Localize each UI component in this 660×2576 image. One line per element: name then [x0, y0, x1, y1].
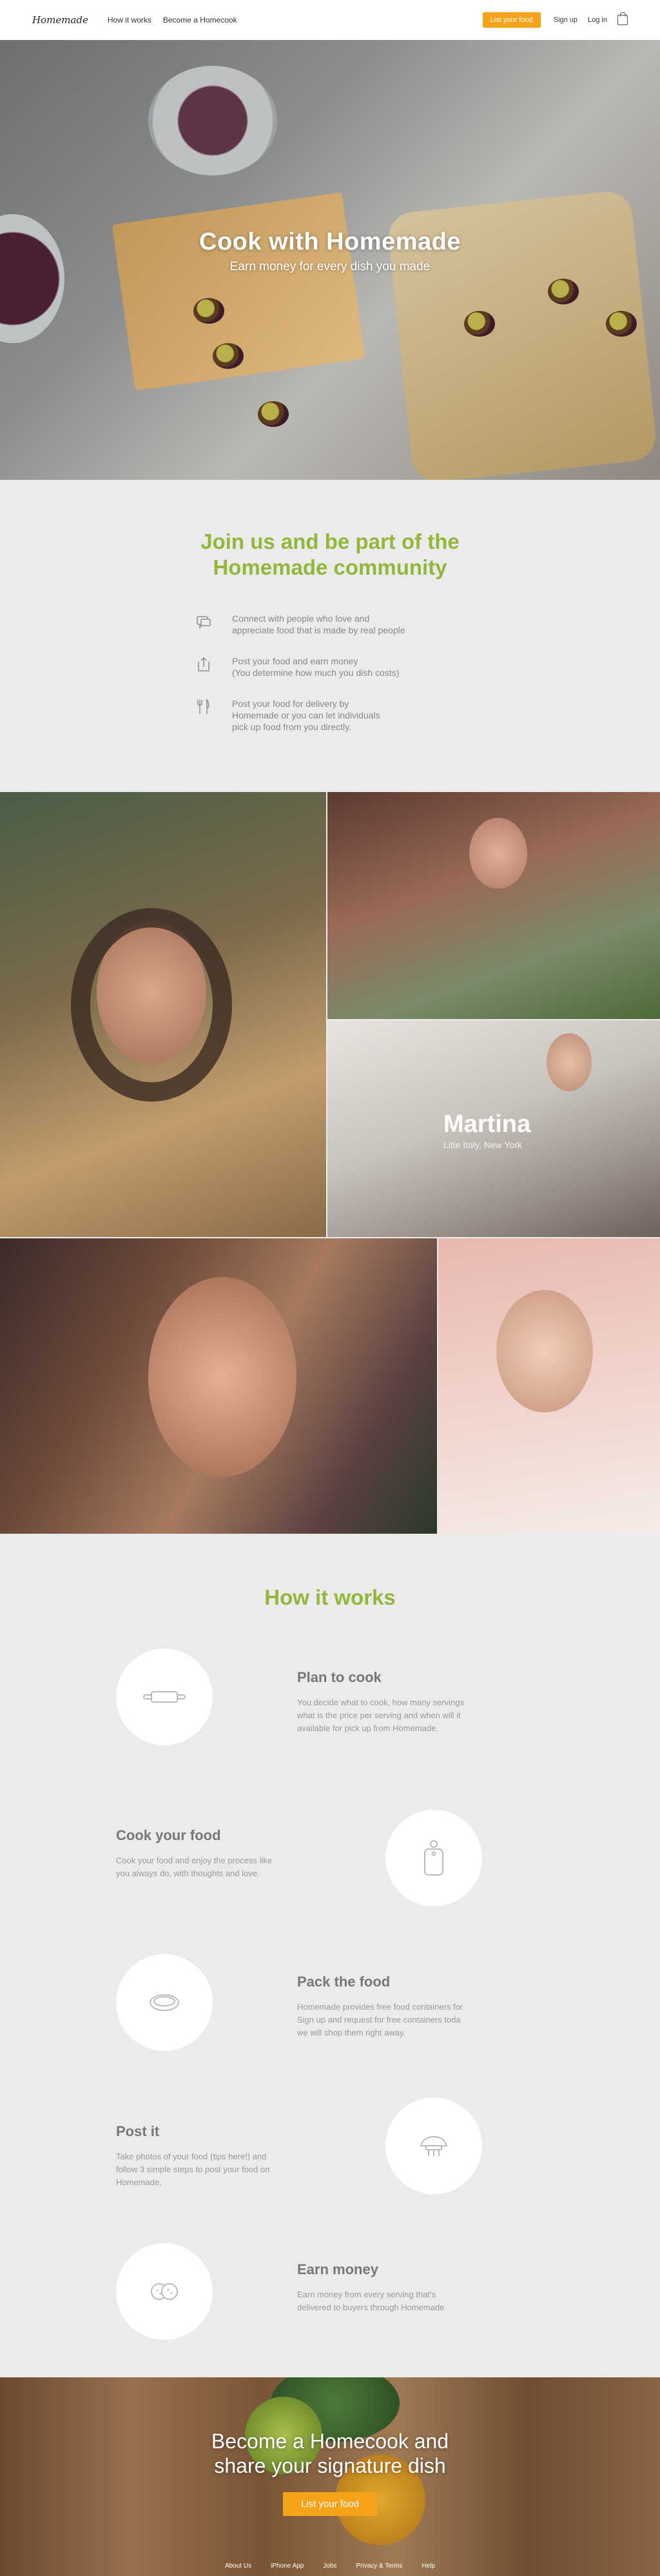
coins-icon [116, 2243, 213, 2340]
hero-title: Cook with Homemade [199, 228, 461, 255]
feature-list: Connect with people who love and appreci… [195, 613, 465, 733]
sign-up-link[interactable]: Sign up [554, 16, 578, 24]
step-line: You decide what to cook, how many servin… [297, 1698, 464, 1707]
step-text: You decide what to cook, how many servin… [297, 1696, 484, 1735]
cta-text: Become a Homecook and share your signatu… [0, 2377, 660, 2516]
plum-image [548, 279, 579, 304]
join-title-line2: Homemade community [213, 555, 447, 579]
chat-icon [197, 616, 211, 629]
feature-line: (You determine how much you dish costs) [232, 668, 400, 678]
join-title: Join us and be part of the Homemade comm… [0, 529, 660, 580]
step-line: Sign up and request for free containers … [297, 2015, 461, 2025]
cook-photo-kitchen[interactable] [0, 792, 326, 1237]
featured-cook-name: Martina [443, 1111, 531, 1138]
join-section: Join us and be part of the Homemade comm… [0, 480, 660, 792]
step-title: Post it [116, 2123, 160, 2139]
feature-connect: Connect with people who love and appreci… [195, 613, 465, 636]
feature-text: Connect with people who love and appreci… [232, 613, 405, 636]
footer-links: About Us iPhone App Jobs Privacy & Terms… [0, 2562, 660, 2570]
container-icon [116, 1954, 213, 2051]
step-title: Cook your food [116, 1827, 221, 1843]
cook-photo-portrait-man[interactable] [0, 1238, 437, 1534]
cook-photo-grid: Martina Litte Italy, New York [0, 792, 660, 1534]
plum-bowl-image [148, 66, 277, 175]
step-text: Earn money from every serving that's del… [297, 2288, 484, 2314]
feature-line: appreciate food that is made by real peo… [232, 625, 405, 635]
how-it-works-section: How it works Plan to cook You decide wha… [0, 1534, 660, 2377]
cook-face [496, 1290, 593, 1412]
logo[interactable]: Homemade [32, 14, 88, 26]
featured-cook-caption: Martina Litte Italy, New York [443, 1111, 530, 1150]
feature-delivery: Post your food for delivery by Homemade … [195, 698, 465, 733]
plum-image [606, 311, 637, 337]
feature-text: Post your food and earn money (You deter… [232, 655, 399, 679]
cook-photo-balcony[interactable] [327, 792, 660, 1019]
footer-about-link[interactable]: About Us [225, 2562, 251, 2570]
plum-image [258, 401, 289, 427]
feature-line: Post your food for delivery by [232, 698, 349, 709]
step-line: Homemade. [116, 2177, 162, 2187]
cook-hair [71, 908, 232, 1102]
step-line: Cook your food and enjoy the process lik… [116, 1856, 273, 1865]
cook-face [469, 818, 527, 889]
step-line: Homemade provides free food containers f… [297, 2002, 463, 2012]
cook-photo-martina[interactable]: Martina Litte Italy, New York [327, 1020, 660, 1237]
step-line: Take photos of your food (tips here!) an… [116, 2152, 267, 2161]
cook-photo-portrait-woman[interactable] [438, 1238, 660, 1534]
upload-icon [198, 657, 209, 671]
footer-jobs-link[interactable]: Jobs [323, 2562, 336, 2570]
page: { "header": { "logo": "Homemade", "nav":… [0, 0, 660, 2576]
camera-icon [385, 2097, 482, 2194]
step-line: Earn money from every serving that's [297, 2290, 436, 2299]
bag-icon[interactable] [617, 12, 628, 25]
step-text: Take photos of your food (tips here!) an… [116, 2150, 303, 2189]
step-line: follow 3 simple steps to post your food … [116, 2165, 270, 2174]
rolling-pin-icon [116, 1649, 213, 1745]
step-line: delivered to buyers through Homemade [297, 2303, 445, 2312]
step-title: Pack the food [297, 1974, 391, 1990]
nav-become-homecook[interactable]: Become a Homecook [163, 15, 237, 25]
cta-title-line1: Become a Homecook and [211, 2430, 449, 2453]
join-title-line1: Join us and be part of the [200, 530, 460, 553]
nav-how-it-works[interactable]: How it works [108, 15, 151, 25]
feature-line: Homemade or you can let individuals [232, 710, 380, 720]
step-line: we will shop them right away. [297, 2028, 406, 2037]
top-nav: Homemade How it works Become a Homecook … [0, 0, 660, 40]
step-title: Earn money [297, 2261, 378, 2277]
feature-line: Post your food and earn money [232, 656, 358, 666]
cta-title-line2: share your signature dish [214, 2454, 446, 2477]
featured-cook-location: Litte Italy, New York [443, 1140, 522, 1150]
step-line: you always do, with thoughts and love. [116, 1868, 260, 1878]
feature-line: Connect with people who love and [232, 613, 370, 624]
feature-line: pick up food from you directly. [232, 722, 351, 732]
footer-privacy-link[interactable]: Privacy & Terms [356, 2562, 402, 2570]
plum-image [193, 298, 224, 324]
fork-knife-icon [197, 698, 209, 714]
list-your-food-button[interactable]: List your food [482, 12, 541, 28]
step-text: Cook your food and enjoy the process lik… [116, 1854, 303, 1880]
hero-subtitle: Earn money for every dish you made [229, 260, 431, 273]
nav-right: List your food Sign up Log in [482, 12, 628, 28]
cta-list-your-food-button[interactable]: List your food [282, 2492, 378, 2516]
footer-help-link[interactable]: Help [422, 2562, 435, 2570]
feature-post: Post your food and earn money (You deter… [195, 655, 465, 679]
plum-image [464, 311, 495, 337]
step-line: what is the price per serving and when w… [297, 1710, 461, 1720]
become-homecook-banner: Become a Homecook and share your signatu… [0, 2377, 660, 2576]
how-it-works-title: How it works [264, 1585, 396, 1609]
hero-text: Cook with Homemade Earn money for every … [0, 228, 660, 274]
cook-face [148, 1277, 296, 1477]
hero-banner: Cook with Homemade Earn money for every … [0, 40, 660, 480]
cook-face [547, 1033, 592, 1091]
plum-image [213, 343, 244, 369]
step-title: Plan to cook [297, 1669, 382, 1685]
feature-text: Post your food for delivery by Homemade … [232, 698, 380, 733]
log-in-link[interactable]: Log in [588, 16, 607, 24]
cutting-board-icon [385, 1810, 482, 1907]
step-text: Homemade provides free food containers f… [297, 2001, 484, 2039]
footer-iphone-app-link[interactable]: iPhone App [271, 2562, 304, 2570]
cta-title: Become a Homecook and share your signatu… [0, 2429, 660, 2478]
step-line: available for pick up from Homemade. [297, 1723, 438, 1733]
